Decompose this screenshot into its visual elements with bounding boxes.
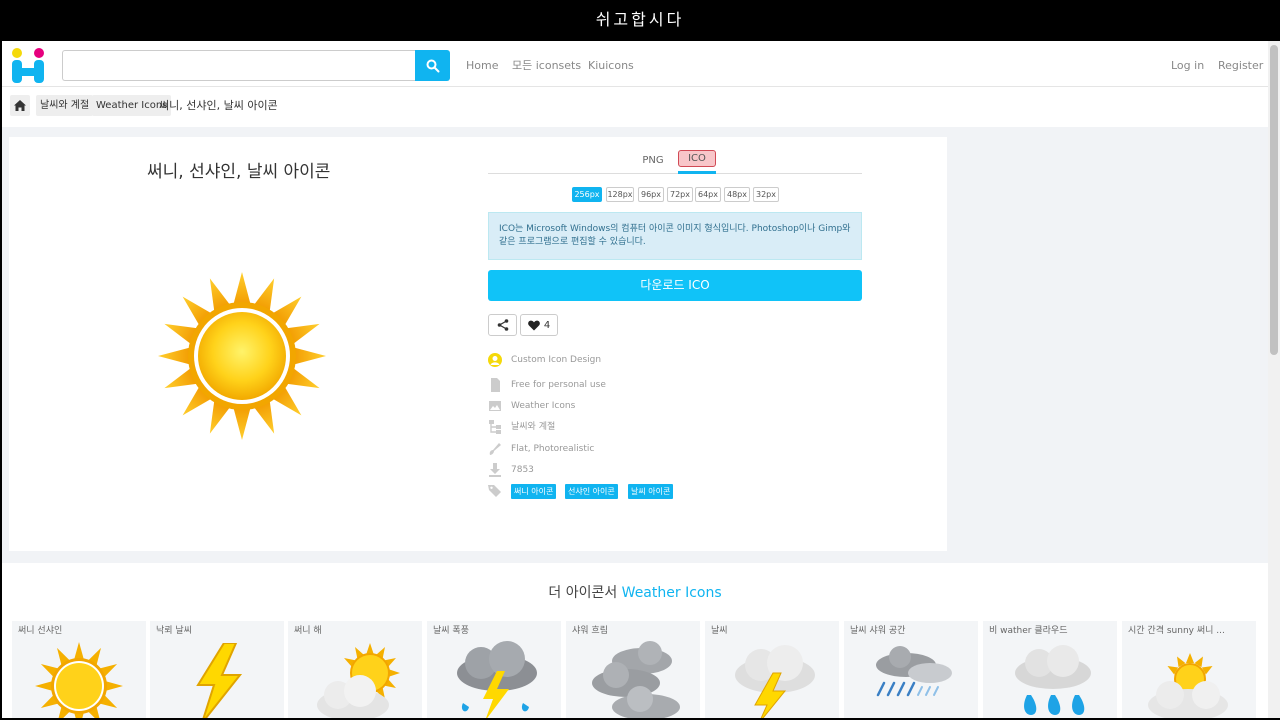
image-icon [489, 401, 501, 411]
nav-home[interactable]: Home [466, 41, 498, 87]
related-icon-card[interactable]: 낙뢰 날씨 [150, 621, 284, 718]
tab-png[interactable]: PNG [638, 153, 668, 169]
download-count: 7853 [511, 465, 534, 475]
author-link[interactable]: Custom Icon Design [511, 352, 601, 368]
size-256-button[interactable]: 256px [572, 187, 602, 202]
scrollbar-thumb[interactable] [1270, 45, 1278, 355]
related-icon-card[interactable]: 날씨 폭풍 [427, 621, 561, 718]
meta-style: Flat, Photorealistic [488, 441, 688, 457]
search-input[interactable] [62, 50, 415, 81]
storm-icon [457, 641, 537, 718]
related-icon-card[interactable]: 써니 해 [288, 621, 422, 718]
search-icon [426, 59, 439, 72]
license-link[interactable]: Free for personal use [511, 377, 606, 393]
download-button[interactable]: 다운로드 ICO [488, 270, 862, 301]
partly-sunny-icon [1148, 653, 1228, 718]
breadcrumb-category[interactable]: 날씨와 계절 [36, 95, 94, 116]
related-icon-card[interactable]: 비 wather 클라우드 [983, 621, 1117, 718]
size-96-button[interactable]: 96px [638, 187, 664, 202]
rain-drops-icon [1015, 645, 1091, 715]
breadcrumb-current: 써니, 선샤인, 날씨 아이콘 [159, 99, 278, 112]
related-icon-card[interactable]: 써니 선샤인 [12, 621, 146, 718]
tab-ico[interactable]: ICO [678, 150, 716, 167]
size-128-button[interactable]: 128px [606, 187, 634, 202]
share-button[interactable] [488, 314, 517, 336]
meta-author: Custom Icon Design [488, 352, 688, 368]
sun-icon [158, 272, 326, 440]
meta-license: Free for personal use [488, 377, 688, 393]
share-icon [497, 319, 508, 331]
lightning-icon [196, 643, 243, 718]
icon-detail-card [9, 137, 947, 551]
format-info: ICO는 Microsoft Windows의 컴퓨터 아이콘 이미지 형식입니… [488, 212, 862, 260]
thunder-cloud-icon [735, 645, 815, 718]
nav-kiuicons[interactable]: Kiuicons [588, 41, 634, 87]
breadcrumb-home[interactable] [10, 95, 30, 116]
home-icon [14, 100, 26, 111]
style-text: Flat, Photorealistic [511, 444, 595, 454]
meta-downloads: 7853 [488, 462, 688, 478]
size-64-button[interactable]: 64px [695, 187, 721, 202]
tab-active-indicator [678, 171, 716, 174]
site-header: Home 모든 iconsets Kiuicons Log in Registe… [2, 41, 1268, 87]
browser-viewport: Home 모든 iconsets Kiuicons Log in Registe… [2, 41, 1268, 718]
brush-icon [489, 443, 501, 455]
site-logo[interactable] [10, 46, 46, 84]
download-icon [489, 463, 501, 477]
rain-cloud-icon [876, 646, 952, 697]
like-count: 4 [543, 319, 551, 331]
related-icon-card[interactable]: 날씨 샤워 공간 [844, 621, 978, 718]
more-iconset-link[interactable]: Weather Icons [622, 585, 722, 601]
size-32-button[interactable]: 32px [753, 187, 779, 202]
tag-weather[interactable]: 날씨 아이콘 [628, 484, 674, 499]
clouds-icon [592, 641, 680, 718]
like-button[interactable]: 4 [520, 314, 558, 336]
nav-all-iconsets[interactable]: 모든 iconsets [512, 41, 581, 87]
icon-title: 써니, 선샤인, 날씨 아이콘 [147, 162, 331, 182]
related-icon-card[interactable]: 날씨 [705, 621, 839, 718]
vertical-scrollbar[interactable] [1268, 41, 1280, 718]
related-icon-card[interactable]: 샤워 흐림 [566, 621, 700, 718]
tags-icon [488, 485, 501, 497]
size-72-button[interactable]: 72px [667, 187, 693, 202]
meta-category: 날씨와 계절 [488, 419, 688, 435]
sun-icon [35, 642, 123, 718]
meta-iconset: Weather Icons [488, 398, 688, 414]
iconset-link[interactable]: Weather Icons [511, 398, 575, 414]
format-tabs: PNG ICO [488, 145, 862, 174]
login-link[interactable]: Log in [1171, 41, 1204, 87]
author-avatar-icon [488, 353, 502, 367]
tag-sunshine[interactable]: 선샤인 아이콘 [565, 484, 618, 499]
window-title: 쉬고합시다 [0, 0, 1280, 41]
register-link[interactable]: Register [1218, 41, 1263, 87]
heart-icon [527, 320, 540, 330]
document-icon [491, 378, 500, 392]
related-icon-card[interactable]: 시간 간격 sunny 써니 ... [1122, 621, 1256, 718]
sitemap-icon [489, 420, 501, 434]
more-icons-title: 더 아이콘서 Weather Icons [548, 585, 722, 601]
search-button[interactable] [415, 50, 450, 81]
size-48-button[interactable]: 48px [724, 187, 750, 202]
breadcrumb: 날씨와 계절 Weather Icons 써니, 선샤인, 날씨 아이콘 [2, 87, 1268, 127]
category-link[interactable]: 날씨와 계절 [511, 419, 555, 435]
tag-sunny[interactable]: 써니 아이콘 [511, 484, 557, 499]
sun-cloud-icon [317, 643, 400, 718]
